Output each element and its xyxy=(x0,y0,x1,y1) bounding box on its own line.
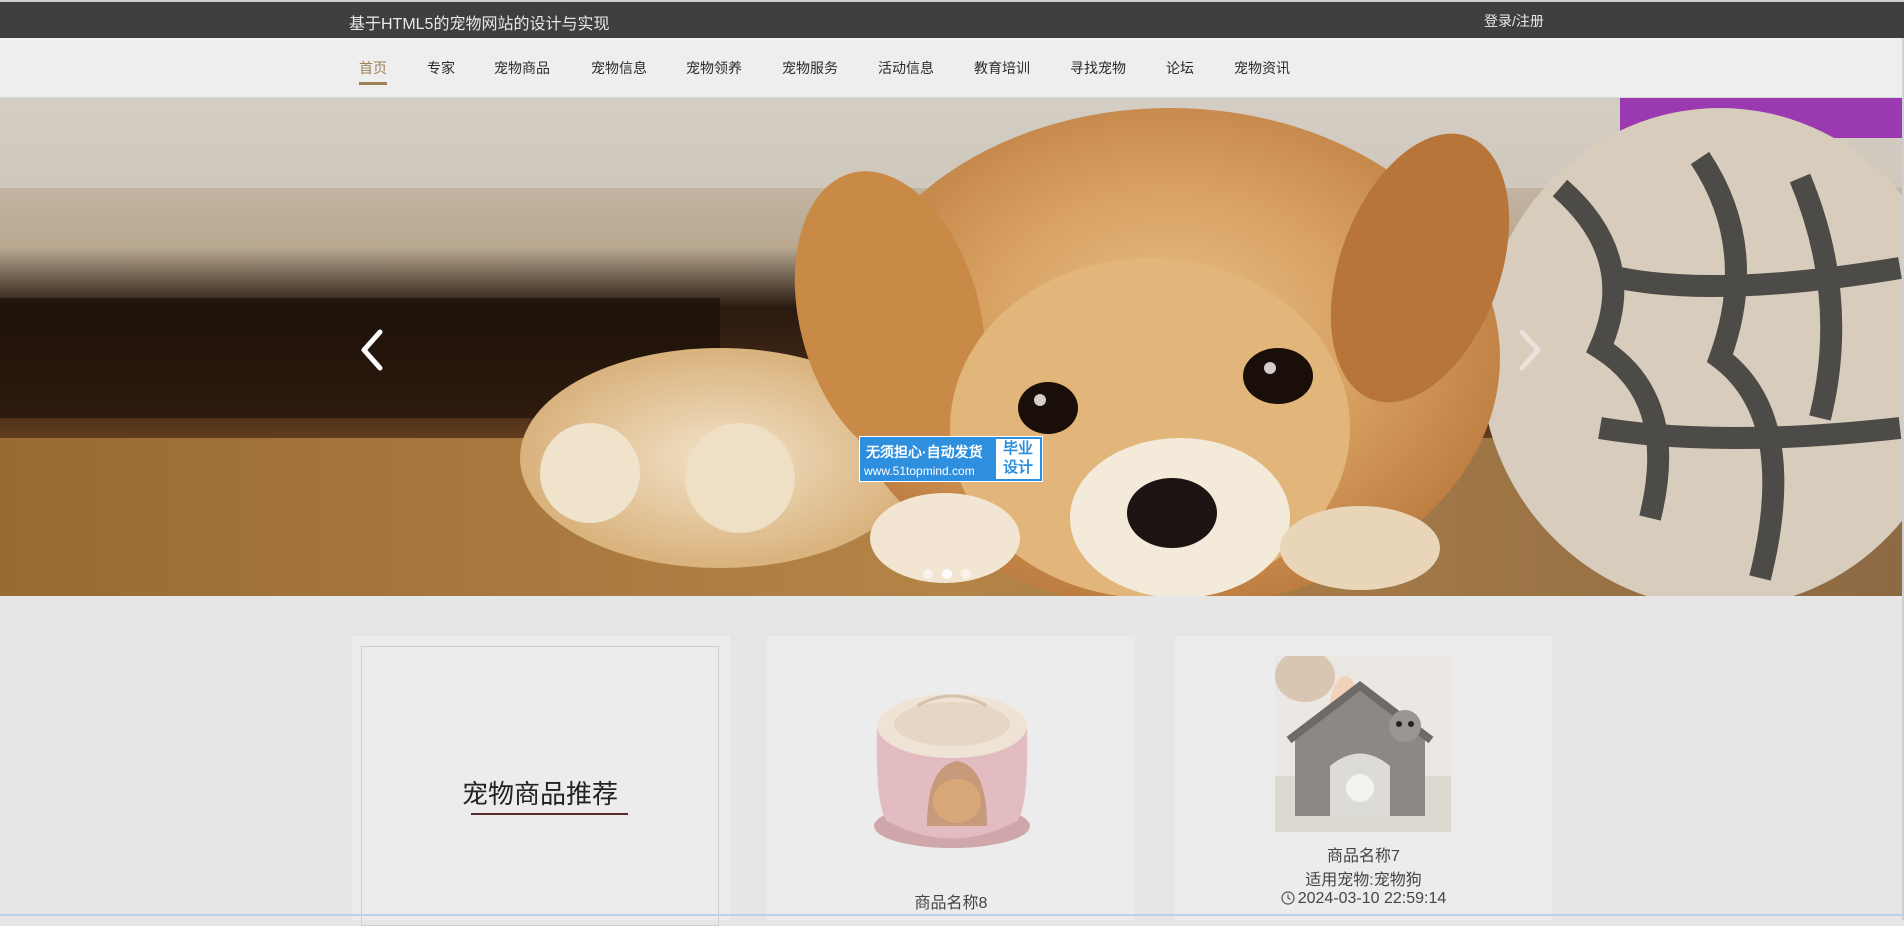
nav-item-forum[interactable]: 论坛 xyxy=(1166,58,1194,78)
product-timestamp: 2024-03-10 22:59:14 xyxy=(1297,890,1447,907)
recommend-underline xyxy=(471,813,628,815)
nav-item-activities[interactable]: 活动信息 xyxy=(878,58,934,78)
clock-icon xyxy=(1281,891,1295,910)
recommend-frame: 宠物商品推荐 xyxy=(361,646,719,926)
banner-image xyxy=(0,98,1904,596)
nav-item-home[interactable]: 首页 xyxy=(359,58,387,85)
product-name[interactable]: 商品名称7 xyxy=(1175,842,1552,866)
chevron-left-icon[interactable] xyxy=(358,328,386,372)
recommend-card: 宠物商品推荐 xyxy=(352,636,730,926)
nav-active-underline xyxy=(359,82,387,85)
product-suitable-pet: 适用宠物:宠物狗 xyxy=(1305,872,1422,889)
chevron-right-icon[interactable] xyxy=(1516,328,1544,372)
watermark-box-line1: 毕业 xyxy=(1002,440,1033,457)
product-image xyxy=(1275,656,1451,832)
carousel-dot-3[interactable] xyxy=(961,569,971,579)
nav-item-find-pets[interactable]: 寻找宠物 xyxy=(1070,58,1126,78)
nav-item-pet-news[interactable]: 宠物资讯 xyxy=(1234,58,1290,78)
product-time: 2024-03-10 22:59:14 xyxy=(1175,890,1552,910)
carousel-dot-1[interactable] xyxy=(923,569,933,579)
nav-item-pet-adoption[interactable]: 宠物领养 xyxy=(686,58,742,78)
watermark-box: 毕业 设计 xyxy=(996,439,1040,479)
product-card[interactable]: 商品名称8 xyxy=(767,636,1135,920)
nav-item-pet-info[interactable]: 宠物信息 xyxy=(591,58,647,78)
watermark-box-line2: 设计 xyxy=(1002,459,1033,476)
login-register-link[interactable]: 登录/注册 xyxy=(1484,11,1544,31)
carousel-dot-2[interactable] xyxy=(942,569,952,579)
nav-item-training[interactable]: 教育培训 xyxy=(974,58,1030,78)
recommend-title: 宠物商品推荐 xyxy=(461,779,618,809)
product-card[interactable]: 商品名称7 适用宠物:宠物狗 2024-03-10 22:59:14 xyxy=(1175,636,1552,920)
banner-carousel[interactable] xyxy=(0,98,1904,596)
top-bar: 基于HTML5的宠物网站的设计与实现 登录/注册 xyxy=(0,0,1904,38)
watermark-text: 无须担心·自动发货 xyxy=(866,444,983,460)
product-name[interactable]: 商品名称8 xyxy=(767,889,1135,913)
nav-item-experts[interactable]: 专家 xyxy=(427,58,455,78)
nav-item-pet-services[interactable]: 宠物服务 xyxy=(782,58,838,78)
watermark-url: www.51topmind.com xyxy=(864,464,975,478)
product-image xyxy=(874,694,1030,848)
watermark-badge: 无须担心·自动发货 www.51topmind.com 毕业 设计 xyxy=(859,436,1043,482)
main-nav: 首页 专家 宠物商品 宠物信息 宠物领养 宠物服务 活动信息 教育培训 寻找宠物… xyxy=(0,38,1904,98)
nav-item-pet-products[interactable]: 宠物商品 xyxy=(494,58,550,78)
nav-item-label: 首页 xyxy=(359,60,387,76)
site-title: 基于HTML5的宠物网站的设计与实现 xyxy=(349,16,610,33)
window-bottom-edge xyxy=(0,914,1904,916)
